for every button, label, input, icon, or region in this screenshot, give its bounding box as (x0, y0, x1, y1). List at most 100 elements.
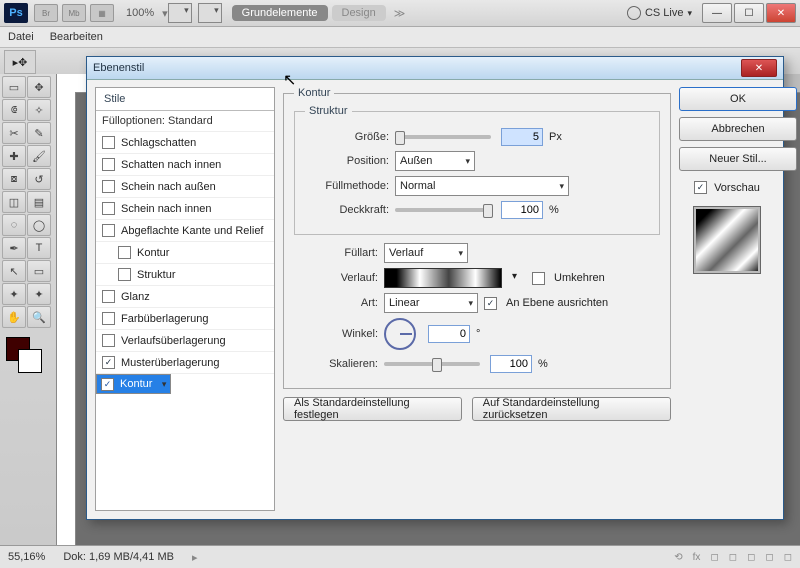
size-input[interactable] (501, 128, 543, 146)
style-checkbox[interactable] (102, 158, 115, 171)
view-dd-1[interactable] (168, 3, 192, 23)
filltype-select[interactable]: Verlauf (384, 243, 468, 263)
menu-edit[interactable]: Bearbeiten (50, 31, 103, 43)
blend-options-item[interactable]: Fülloptionen: Standard (96, 111, 274, 132)
scale-input[interactable] (490, 355, 532, 373)
move-tool-icon[interactable]: ▸✥ (4, 50, 36, 74)
camera-tool[interactable]: ✦ (27, 283, 51, 305)
status-zoom[interactable]: 55,16% (8, 551, 45, 563)
3d-tool[interactable]: ✦ (2, 283, 26, 305)
gradient-picker[interactable] (384, 268, 502, 288)
style-checkbox[interactable] (102, 136, 115, 149)
heal-tool[interactable]: ✚ (2, 145, 26, 167)
align-checkbox[interactable]: ✓ (484, 297, 497, 310)
style-checkbox[interactable] (102, 180, 115, 193)
status-bar: 55,16% Dok: 1,69 MB/4,41 MB ▸ ⟲ fx ◻ ◻ ◻… (0, 545, 800, 568)
style-checkbox[interactable]: ✓ (101, 378, 114, 391)
style-label: Musterüberlagerung (121, 357, 219, 369)
style-checkbox[interactable] (102, 312, 115, 325)
reset-default-button[interactable]: Auf Standardeinstellung zurücksetzen (472, 397, 671, 421)
ok-button[interactable]: OK (679, 87, 797, 111)
status-icon-1[interactable]: ⟲ (674, 552, 682, 563)
gradstyle-select[interactable]: Linear (384, 293, 478, 313)
style-checkbox[interactable] (102, 334, 115, 347)
cslive-button[interactable]: CS Live▾ (627, 6, 692, 20)
style-item-verlaufs-berlagerung[interactable]: Verlaufsüberlagerung (96, 330, 274, 352)
path-tool[interactable]: ↖ (2, 260, 26, 282)
view-dd-2[interactable] (198, 3, 222, 23)
style-item-struktur[interactable]: Struktur (96, 264, 274, 286)
pen-tool[interactable]: ✒ (2, 237, 26, 259)
maximize-button[interactable]: ☐ (734, 3, 764, 23)
angle-dial[interactable] (384, 318, 416, 350)
crop-tool[interactable]: ✂ (2, 122, 26, 144)
new-style-button[interactable]: Neuer Stil... (679, 147, 797, 171)
opacity-input[interactable] (501, 201, 543, 219)
style-item-schein-nach-au-en[interactable]: Schein nach außen (96, 176, 274, 198)
workspace-design[interactable]: Design (332, 5, 386, 21)
blur-tool[interactable]: ◌ (2, 214, 26, 236)
opacity-slider[interactable] (395, 208, 491, 212)
hand-tool[interactable]: ✋ (2, 306, 26, 328)
menu-file[interactable]: Datei (8, 31, 34, 43)
position-select[interactable]: Außen (395, 151, 475, 171)
status-icon-6[interactable]: ◻ (765, 552, 773, 563)
preview-checkbox[interactable]: ✓ (694, 181, 707, 194)
minibridge-icon[interactable]: Mb (62, 4, 86, 22)
close-button[interactable]: ✕ (766, 3, 796, 23)
more-workspaces-icon[interactable]: ≫ (394, 7, 406, 20)
make-default-button[interactable]: Als Standardeinstellung festlegen (283, 397, 462, 421)
style-item-glanz[interactable]: Glanz (96, 286, 274, 308)
scale-slider[interactable] (384, 362, 480, 366)
reverse-checkbox[interactable] (532, 272, 545, 285)
status-icon-5[interactable]: ◻ (747, 552, 755, 563)
style-item-muster-berlagerung[interactable]: ✓ Musterüberlagerung (96, 352, 274, 374)
workspace-grundelemente[interactable]: Grundelemente (232, 5, 328, 21)
dodge-tool[interactable]: ◯ (27, 214, 51, 236)
color-swatches[interactable] (2, 333, 54, 373)
size-slider[interactable] (395, 135, 491, 139)
status-icon-4[interactable]: ◻ (729, 552, 737, 563)
move-tool[interactable]: ✥ (27, 76, 51, 98)
status-doc[interactable]: Dok: 1,69 MB/4,41 MB (63, 551, 174, 563)
styles-header[interactable]: Stile (96, 88, 274, 111)
zoom-tool[interactable]: 🔍 (27, 306, 51, 328)
style-item-farb-berlagerung[interactable]: Farbüberlagerung (96, 308, 274, 330)
status-icon-2[interactable]: fx (693, 552, 701, 563)
style-item-schatten-nach-innen[interactable]: Schatten nach innen (96, 154, 274, 176)
menu-bar: Datei Bearbeiten (0, 27, 800, 48)
style-checkbox[interactable] (102, 224, 115, 237)
blendmode-select[interactable]: Normal (395, 176, 569, 196)
status-icon-3[interactable]: ◻ (710, 552, 718, 563)
eraser-tool[interactable]: ◫ (2, 191, 26, 213)
marquee-tool[interactable]: ▭ (2, 76, 26, 98)
style-checkbox[interactable]: ✓ (102, 356, 115, 369)
shape-tool[interactable]: ▭ (27, 260, 51, 282)
stamp-tool[interactable]: ⧇ (2, 168, 26, 190)
type-tool[interactable]: T (27, 237, 51, 259)
minimize-button[interactable]: — (702, 3, 732, 23)
dialog-close-button[interactable]: ✕ (741, 59, 777, 77)
background-swatch[interactable] (18, 349, 42, 373)
style-item-schein-nach-innen[interactable]: Schein nach innen (96, 198, 274, 220)
eyedropper-tool[interactable]: ✎ (27, 122, 51, 144)
lasso-tool[interactable]: ⟃ (2, 99, 26, 121)
gradient-tool[interactable]: ▤ (27, 191, 51, 213)
style-checkbox[interactable] (102, 290, 115, 303)
style-item-abgeflachte-kante-und-relief[interactable]: Abgeflachte Kante und Relief (96, 220, 274, 242)
screen-icon[interactable]: ▦ (90, 4, 114, 22)
angle-input[interactable] (428, 325, 470, 343)
cancel-button[interactable]: Abbrechen (679, 117, 797, 141)
style-item-kontur[interactable]: ✓Kontur (96, 374, 171, 394)
zoom-level[interactable]: 100% (126, 7, 154, 19)
status-icon-7[interactable]: ◻ (784, 552, 792, 563)
style-item-kontur[interactable]: Kontur (96, 242, 274, 264)
wand-tool[interactable]: ✧ (27, 99, 51, 121)
style-checkbox[interactable] (118, 268, 131, 281)
history-tool[interactable]: ↺ (27, 168, 51, 190)
style-item-schlagschatten[interactable]: Schlagschatten (96, 132, 274, 154)
bridge-icon[interactable]: Br (34, 4, 58, 22)
brush-tool[interactable]: 🖌 (27, 145, 51, 167)
style-checkbox[interactable] (118, 246, 131, 259)
style-checkbox[interactable] (102, 202, 115, 215)
